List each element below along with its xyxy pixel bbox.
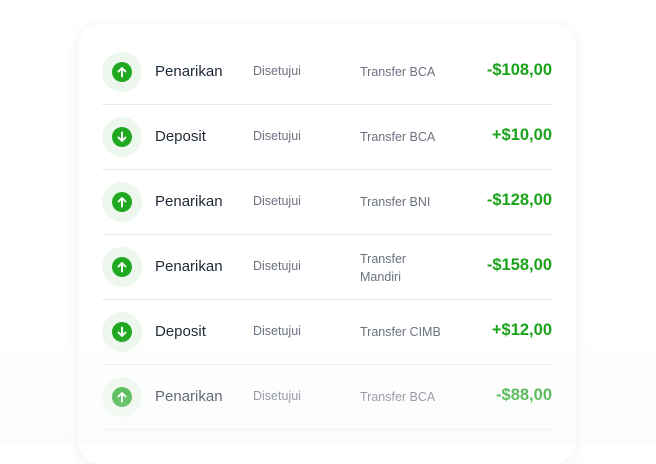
transaction-status: Disetujui: [253, 324, 301, 338]
transaction-type: Deposit: [155, 323, 206, 340]
transaction-method: Transfer CIMB: [360, 323, 450, 341]
transaction-row[interactable]: Deposit Disetujui Transfer CIMB +$12,00: [102, 300, 552, 365]
transaction-amount: -$88,00: [496, 386, 552, 405]
transaction-method: Transfer BCA: [360, 388, 450, 406]
transaction-method: Transfer BCA: [360, 128, 450, 146]
transaction-amount: +$12,00: [492, 321, 552, 340]
withdrawal-icon-badge: [102, 52, 142, 92]
withdrawal-icon-badge: [102, 247, 142, 287]
transaction-status: Disetujui: [253, 389, 301, 403]
arrow-up-icon: [112, 192, 132, 212]
transaction-method: Transfer BCA: [360, 63, 450, 81]
transaction-type: Penarikan: [155, 258, 223, 275]
transaction-row[interactable]: Penarikan Disetujui Transfer Mandiri -$1…: [102, 235, 552, 300]
arrow-down-icon: [112, 127, 132, 147]
transaction-amount: -$108,00: [487, 61, 552, 80]
transaction-status: Disetujui: [253, 129, 301, 143]
arrow-up-icon: [112, 257, 132, 277]
transaction-type: Penarikan: [155, 193, 223, 210]
transaction-status: Disetujui: [253, 194, 301, 208]
transaction-row[interactable]: Deposit Disetujui Transfer BCA +$10,00: [102, 105, 552, 170]
transaction-type: Penarikan: [155, 388, 223, 405]
transaction-row[interactable]: Penarikan Disetujui Transfer BNI -$128,0…: [102, 170, 552, 235]
arrow-down-icon: [112, 322, 132, 342]
transaction-amount: -$158,00: [487, 256, 552, 275]
transaction-row[interactable]: Penarikan Disetujui Transfer BCA -$88,00: [102, 365, 552, 430]
transaction-list: Penarikan Disetujui Transfer BCA -$108,0…: [102, 40, 552, 430]
transaction-status: Disetujui: [253, 259, 301, 273]
transaction-status: Disetujui: [253, 64, 301, 78]
withdrawal-icon-badge: [102, 377, 142, 417]
deposit-icon-badge: [102, 312, 142, 352]
transaction-method: Transfer BNI: [360, 193, 450, 211]
deposit-icon-badge: [102, 117, 142, 157]
arrow-up-icon: [112, 62, 132, 82]
withdrawal-icon-badge: [102, 182, 142, 222]
transaction-method: Transfer Mandiri: [360, 250, 430, 286]
transaction-amount: +$10,00: [492, 126, 552, 145]
transaction-amount: -$128,00: [487, 191, 552, 210]
transaction-type: Deposit: [155, 128, 206, 145]
transaction-type: Penarikan: [155, 63, 223, 80]
transaction-row[interactable]: Penarikan Disetujui Transfer BCA -$108,0…: [102, 40, 552, 105]
arrow-up-icon: [112, 387, 132, 407]
